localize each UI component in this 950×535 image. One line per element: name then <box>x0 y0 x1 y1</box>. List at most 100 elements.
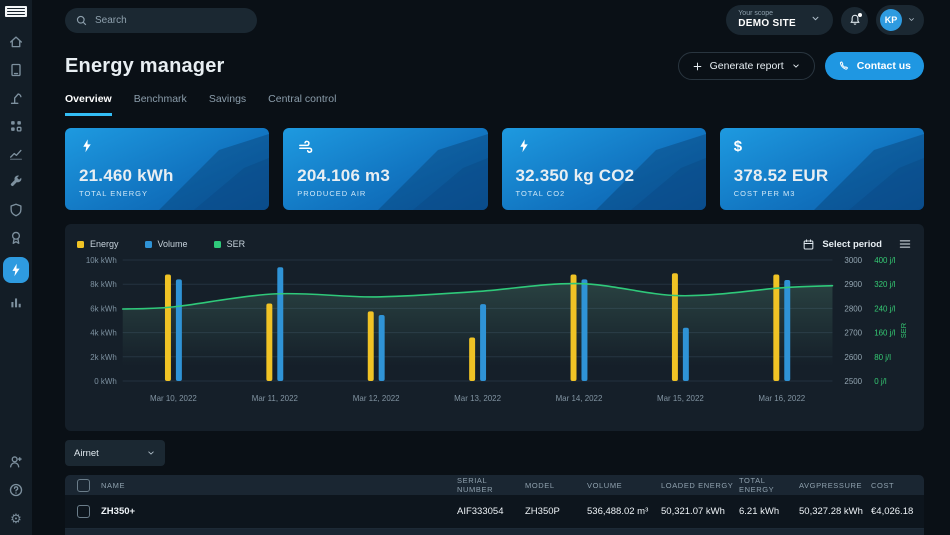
svg-text:240 j/l: 240 j/l <box>874 304 895 313</box>
apps-icon[interactable] <box>7 117 25 135</box>
service-icon[interactable] <box>7 173 25 191</box>
table-cell-avg_pressure: 50,327.28 kWh <box>799 506 871 517</box>
avatar: KP <box>880 9 902 31</box>
kpi-label: COST PER M3 <box>734 189 910 198</box>
tab-central-control[interactable]: Central control <box>268 93 336 116</box>
page-title: Energy manager <box>65 55 225 78</box>
table-header-cell: LOADED ENERGY <box>661 481 739 490</box>
assets-icon[interactable] <box>7 61 25 79</box>
svg-text:6k kWh: 6k kWh <box>90 304 116 313</box>
svg-text:2600: 2600 <box>844 353 862 362</box>
legend-swatch-volume <box>145 241 152 248</box>
svg-text:Mar 15, 2022: Mar 15, 2022 <box>657 394 704 403</box>
chevron-down-icon <box>791 61 801 71</box>
table-cell-serial: AIF333054 <box>457 506 525 517</box>
contact-us-button[interactable]: Contact us <box>825 52 924 80</box>
scope-selector[interactable]: Your scope DEMO SITE <box>726 5 833 35</box>
tab-overview[interactable]: Overview <box>65 93 112 116</box>
kpi-card-produced-air: 204.106 m3 PRODUCED AIR <box>283 128 487 210</box>
equipment-icon[interactable] <box>7 89 25 107</box>
table-cell-cost: €4,026.18 <box>871 506 924 517</box>
row-checkbox[interactable] <box>77 505 90 518</box>
settings-icon[interactable]: ⚙ <box>7 509 25 527</box>
svg-text:SER: SER <box>899 322 908 338</box>
table-footer-strip <box>65 529 924 535</box>
energy-manager-icon[interactable] <box>3 257 29 283</box>
chevron-down-icon <box>146 448 156 458</box>
search-placeholder: Search <box>95 15 127 26</box>
airnet-filter-select[interactable]: Airnet <box>65 440 165 466</box>
svg-text:Mar 11, 2022: Mar 11, 2022 <box>252 394 299 403</box>
phone-icon <box>838 60 850 72</box>
svg-text:2500: 2500 <box>844 377 862 386</box>
table-header-cell: TOTAL ENERGY <box>739 476 799 494</box>
svg-text:80 j/l: 80 j/l <box>874 353 891 362</box>
svg-text:Mar 12, 2022: Mar 12, 2022 <box>353 394 400 403</box>
legend-ser[interactable]: SER <box>214 239 246 249</box>
table-row[interactable]: ZH350+AIF333054ZH350P536,488.02 m³50,321… <box>65 495 924 529</box>
svg-text:3000: 3000 <box>844 256 862 265</box>
table-header-row: NAMESERIAL NUMBERMODELVOLUMELOADED ENERG… <box>65 475 924 495</box>
kpi-label: PRODUCED AIR <box>297 189 473 198</box>
chart-panel: Energy Volume SER Select period <box>65 224 924 431</box>
table-header-cell: MODEL <box>525 481 587 490</box>
kpi-value: 378.52 EUR <box>734 166 910 186</box>
select-all-checkbox[interactable] <box>77 479 90 492</box>
sidebar: ⚙ <box>0 0 32 535</box>
kpi-value: 21.460 kWh <box>79 166 255 186</box>
award-icon[interactable] <box>7 229 25 247</box>
svg-text:4k kWh: 4k kWh <box>90 329 116 338</box>
legend-swatch-energy <box>77 241 84 248</box>
legend-volume[interactable]: Volume <box>145 239 188 249</box>
search-input[interactable]: Search <box>65 8 257 33</box>
svg-text:160 j/l: 160 j/l <box>874 329 895 338</box>
hamburger-icon <box>898 238 912 250</box>
svg-text:400 j/l: 400 j/l <box>874 256 895 265</box>
legend-swatch-ser <box>214 241 221 248</box>
scope-value: DEMO SITE <box>738 18 796 30</box>
tab-bar: Overview Benchmark Savings Central contr… <box>65 93 924 116</box>
table-header-cell: AVGPRESSURE <box>799 481 871 490</box>
svg-text:2700: 2700 <box>844 329 862 338</box>
bolt-icon <box>516 138 532 154</box>
kpi-card-total-energy: 21.460 kWh TOTAL ENERGY <box>65 128 269 210</box>
chevron-down-icon <box>810 11 821 29</box>
equipment-table: NAMESERIAL NUMBERMODELVOLUMELOADED ENERG… <box>65 475 924 535</box>
shield-icon[interactable] <box>7 201 25 219</box>
reports-icon[interactable] <box>7 293 25 311</box>
svg-text:0 j/l: 0 j/l <box>874 377 887 386</box>
kpi-card-cost-per-m3: $ 378.52 EUR COST PER M3 <box>720 128 924 210</box>
energy-chart[interactable]: 0 kWh 2500 0 j/l 2k kWh 2600 80 j/l 4k kWh 2700… <box>77 255 912 423</box>
svg-text:8k kWh: 8k kWh <box>90 280 116 289</box>
help-icon[interactable] <box>7 481 25 499</box>
select-period-button[interactable]: Select period <box>802 238 882 251</box>
notifications-button[interactable] <box>841 7 868 34</box>
svg-text:2900: 2900 <box>844 280 862 289</box>
kpi-card-total-co2: 32.350 kg CO2 TOTAL CO2 <box>502 128 706 210</box>
tab-savings[interactable]: Savings <box>209 93 246 116</box>
table-cell-name: ZH350+ <box>101 506 457 517</box>
chevron-down-icon <box>907 11 916 29</box>
kpi-label: TOTAL ENERGY <box>79 189 255 198</box>
chart-menu-button[interactable] <box>898 238 912 250</box>
tab-benchmark[interactable]: Benchmark <box>134 93 187 116</box>
kpi-label: TOTAL CO2 <box>516 189 692 198</box>
legend-energy[interactable]: Energy <box>77 239 119 249</box>
kpi-value: 32.350 kg CO2 <box>516 166 692 186</box>
svg-text:Mar 13, 2022: Mar 13, 2022 <box>454 394 501 403</box>
user-menu[interactable]: KP <box>876 5 924 35</box>
table-header-cell: COST <box>871 481 924 490</box>
home-icon[interactable] <box>7 33 25 51</box>
svg-text:10k kWh: 10k kWh <box>86 256 117 265</box>
table-header-cell: VOLUME <box>587 481 661 490</box>
svg-text:2k kWh: 2k kWh <box>90 353 116 362</box>
table-cell-total_energy: 6.21 kWh <box>739 506 799 517</box>
svg-text:0 kWh: 0 kWh <box>94 377 117 386</box>
generate-report-button[interactable]: Generate report <box>678 52 815 80</box>
chart-legend: Energy Volume SER <box>77 239 245 249</box>
kpi-value: 204.106 m3 <box>297 166 473 186</box>
svg-text:Mar 14, 2022: Mar 14, 2022 <box>556 394 603 403</box>
analytics-icon[interactable] <box>7 145 25 163</box>
table-body: ZH350+AIF333054ZH350P536,488.02 m³50,321… <box>65 495 924 529</box>
invite-user-icon[interactable] <box>7 453 25 471</box>
